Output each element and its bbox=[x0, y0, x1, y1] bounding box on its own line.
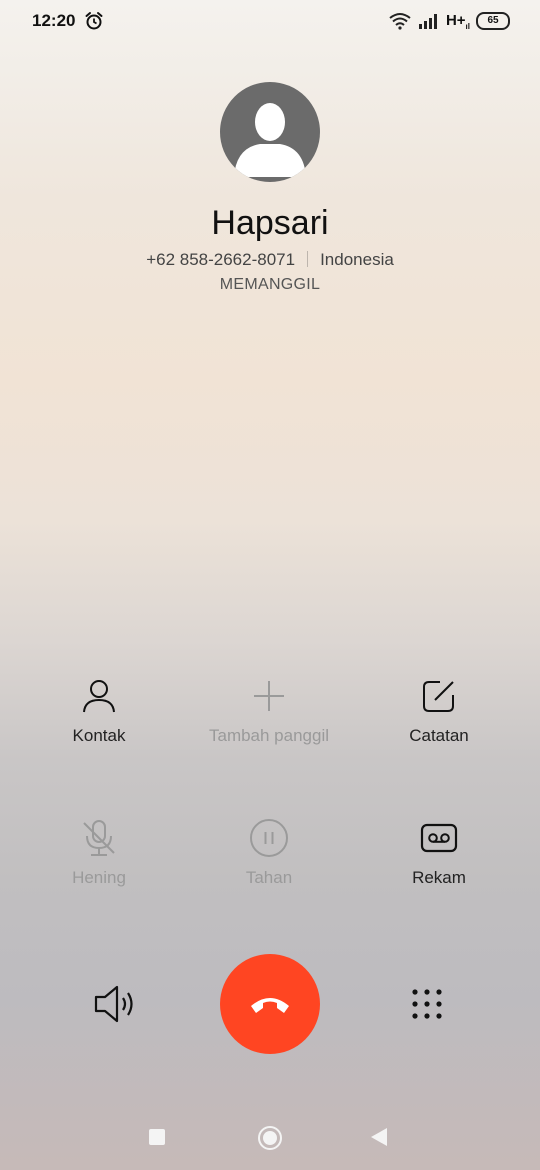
wifi-icon bbox=[389, 13, 411, 30]
pause-icon bbox=[250, 819, 288, 857]
microphone-off-icon bbox=[83, 820, 115, 856]
notes-button[interactable]: Catatan bbox=[354, 676, 524, 746]
avatar bbox=[220, 82, 320, 182]
home-nav-button[interactable] bbox=[258, 1126, 282, 1150]
speaker-icon[interactable] bbox=[90, 982, 138, 1026]
contact-region: Indonesia bbox=[320, 250, 394, 269]
person-icon bbox=[83, 680, 115, 713]
network-sub: ıl bbox=[465, 21, 470, 31]
recents-nav-button[interactable] bbox=[149, 1129, 165, 1145]
end-call-button[interactable] bbox=[220, 954, 320, 1054]
status-indicators: H+ıl 65 bbox=[388, 10, 510, 32]
record-label: Rekam bbox=[412, 868, 466, 887]
add-call-label: Tambah panggil bbox=[208, 726, 330, 745]
add-call-button[interactable]: Tambah panggil bbox=[184, 676, 354, 746]
battery-icon: 65 bbox=[476, 12, 510, 30]
contact-name: Hapsari bbox=[211, 204, 329, 242]
note-edit-icon bbox=[423, 681, 454, 712]
dialpad-icon[interactable] bbox=[405, 982, 449, 1026]
hold-label: Tahan bbox=[245, 868, 293, 887]
hang-up-phone-icon bbox=[251, 998, 289, 1013]
signal-icon bbox=[418, 14, 437, 29]
contacts-button[interactable]: Kontak bbox=[14, 676, 184, 746]
plus-icon bbox=[254, 681, 284, 711]
network-type: H+ıl bbox=[445, 11, 470, 31]
record-button[interactable]: Rekam bbox=[354, 818, 524, 888]
notes-label: Catatan bbox=[409, 726, 469, 745]
contacts-label: Kontak bbox=[72, 726, 126, 745]
person-silhouette-icon bbox=[234, 103, 306, 177]
mute-button[interactable]: Hening bbox=[14, 818, 184, 888]
back-nav-button[interactable] bbox=[371, 1128, 387, 1146]
hold-button[interactable]: Tahan bbox=[184, 818, 354, 888]
mute-label: Hening bbox=[72, 868, 126, 887]
divider bbox=[307, 251, 309, 267]
alarm-icon bbox=[85, 12, 103, 30]
call-state: MEMANGGIL bbox=[219, 276, 321, 293]
status-time: 12:20 bbox=[32, 11, 76, 30]
contact-subline: +62 858-2662-8071 Indonesia bbox=[0, 250, 540, 270]
tape-recorder-icon bbox=[420, 823, 458, 853]
contact-number: +62 858-2662-8071 bbox=[146, 250, 296, 269]
